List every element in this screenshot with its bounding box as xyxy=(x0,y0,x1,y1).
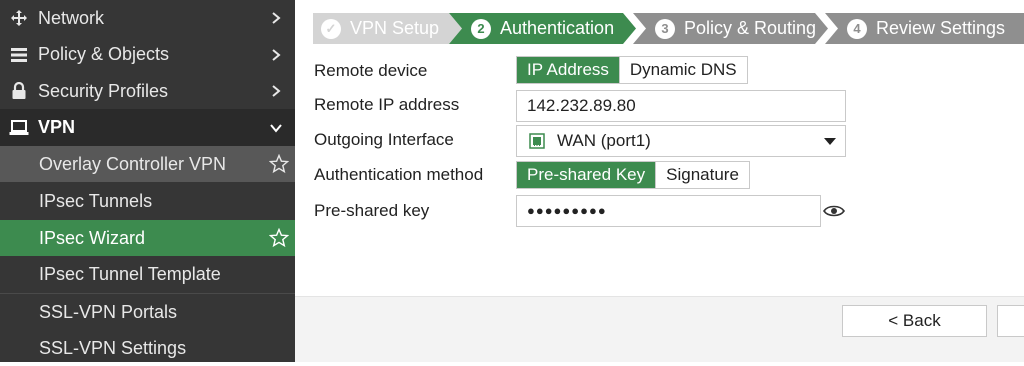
dropdown-caret-icon xyxy=(824,138,836,145)
sidebar-item-label: Security Profiles xyxy=(38,80,169,101)
chevron-down-icon xyxy=(270,123,282,133)
step-label-wrap: 4 Review Settings xyxy=(847,13,1005,44)
sidebar-item-vpn[interactable]: VPN xyxy=(0,109,295,146)
step-number: 3 xyxy=(655,18,675,39)
sidebar-item-label: SSL-VPN Portals xyxy=(39,301,178,322)
sidebar-item-label: IPsec Tunnel Template xyxy=(39,264,221,284)
eye-icon[interactable] xyxy=(823,204,845,218)
step-label: VPN Setup xyxy=(350,18,440,38)
port-icon xyxy=(529,133,545,149)
step-label: Policy & Routing xyxy=(684,18,817,38)
laptop-icon xyxy=(9,118,29,138)
sidebar-item-ipsec-tunnel-template[interactable]: IPsec Tunnel Template xyxy=(0,256,295,293)
sidebar-item-ipsec-wizard[interactable]: IPsec Wizard xyxy=(0,220,295,256)
remote-device-option-dynamic-dns[interactable]: Dynamic DNS xyxy=(618,57,747,83)
chevron-right-icon xyxy=(272,12,281,24)
back-button[interactable]: < Back xyxy=(842,305,987,337)
sidebar-item-security-profiles[interactable]: Security Profiles xyxy=(0,73,295,109)
wizard-step-policy-routing[interactable]: 3 Policy & Routing xyxy=(633,13,829,44)
sidebar: Network Policy & Objects Security Profil… xyxy=(0,0,295,362)
star-icon[interactable] xyxy=(269,228,289,248)
step-label: Review Settings xyxy=(876,18,1006,38)
outgoing-interface-value: WAN (port1) xyxy=(557,131,651,150)
sidebar-item-ssl-vpn-settings[interactable]: SSL-VPN Settings xyxy=(0,330,295,366)
sidebar-item-label: Policy & Objects xyxy=(38,44,170,64)
remote-device-toggle: IP Address Dynamic DNS xyxy=(516,56,748,84)
sidebar-item-network[interactable]: Network xyxy=(0,0,295,36)
sidebar-item-label: IPsec Tunnels xyxy=(39,190,153,211)
psk-label: Pre-shared key xyxy=(314,201,430,220)
chevron-right-icon xyxy=(272,85,281,97)
next-button[interactable] xyxy=(997,305,1024,337)
step-label-wrap: 3 Policy & Routing xyxy=(655,13,816,44)
step-label-wrap: 2 Authentication xyxy=(471,13,614,44)
sidebar-item-ipsec-tunnels[interactable]: IPsec Tunnels xyxy=(0,183,295,219)
remote-device-label: Remote device xyxy=(314,61,428,80)
sidebar-item-policy-objects[interactable]: Policy & Objects xyxy=(0,36,295,73)
check-icon: ✓ xyxy=(321,18,341,39)
auth-method-option-signature[interactable]: Signature xyxy=(655,162,749,188)
auth-method-label: Authentication method xyxy=(314,165,484,184)
sidebar-item-label: SSL-VPN Settings xyxy=(39,337,187,358)
sidebar-item-label: IPsec Wizard xyxy=(39,227,146,248)
star-icon[interactable] xyxy=(269,154,289,174)
sidebar-item-ssl-vpn-portals[interactable]: SSL-VPN Portals xyxy=(0,294,295,330)
wizard-step-vpn-setup[interactable]: ✓ VPN Setup xyxy=(313,13,463,44)
step-number: 4 xyxy=(847,18,867,39)
remote-ip-input[interactable]: 142.232.89.80 xyxy=(516,90,846,122)
chevron-right-icon xyxy=(272,48,281,61)
remote-ip-label: Remote IP address xyxy=(314,95,460,114)
sidebar-item-label: VPN xyxy=(38,117,76,137)
sidebar-item-overlay-controller-vpn[interactable]: Overlay Controller VPN xyxy=(0,146,295,182)
step-label-wrap: ✓ VPN Setup xyxy=(321,13,439,44)
step-label: Authentication xyxy=(500,18,615,38)
outgoing-interface-label: Outgoing Interface xyxy=(314,130,454,149)
policy-icon xyxy=(9,45,29,65)
network-icon xyxy=(9,8,29,28)
remote-device-option-ip-address[interactable]: IP Address xyxy=(517,57,619,83)
step-number: 2 xyxy=(471,18,491,39)
sidebar-item-label: Overlay Controller VPN xyxy=(39,153,227,174)
sidebar-item-label: Network xyxy=(38,7,105,28)
lock-icon xyxy=(9,81,29,101)
wizard-step-review-settings[interactable]: 4 Review Settings xyxy=(825,13,1024,44)
psk-input[interactable]: ●●●●●●●●● xyxy=(516,195,821,227)
outgoing-interface-select[interactable]: WAN (port1) xyxy=(516,125,846,157)
wizard-step-authentication[interactable]: 2 Authentication xyxy=(449,13,637,44)
auth-method-toggle: Pre-shared Key Signature xyxy=(516,161,750,189)
auth-method-option-psk[interactable]: Pre-shared Key xyxy=(517,162,656,188)
